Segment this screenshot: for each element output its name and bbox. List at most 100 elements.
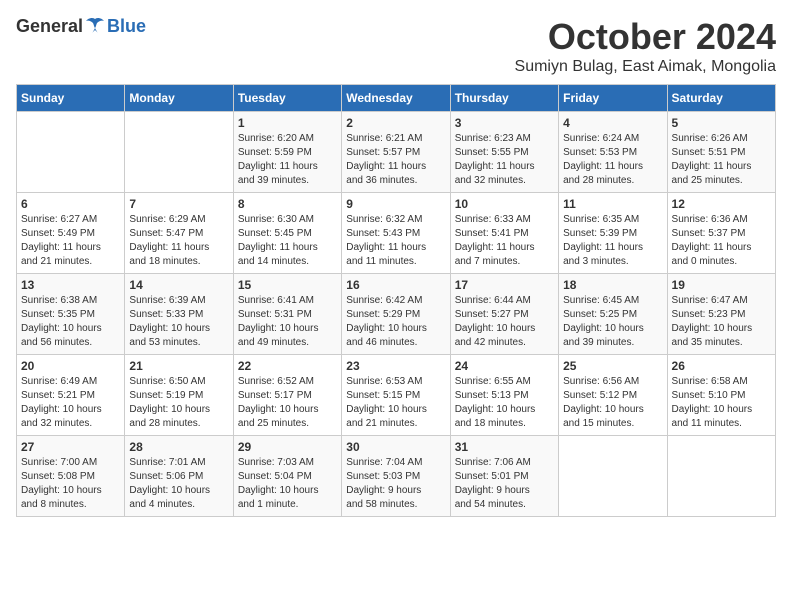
calendar-cell: 8Sunrise: 6:30 AM Sunset: 5:45 PM Daylig… <box>233 193 341 274</box>
calendar-cell: 26 Sunrise: 6:58 AM Sunset: 5:10 PM Dayli… <box>667 355 775 436</box>
calendar-week-row: 13Sunrise: 6:38 AM Sunset: 5:35 PM Dayli… <box>17 274 776 355</box>
calendar-cell: 21 Sunrise: 6:50 AM Sunset: 5:19 PM Dayli… <box>125 355 233 436</box>
day-number: 16 <box>346 278 445 292</box>
calendar-cell: 9Sunrise: 6:32 AM Sunset: 5:43 PM Daylig… <box>342 193 450 274</box>
day-info: Sunrise: 6:29 AM Sunset: 5:47 PM Dayligh… <box>129 213 228 269</box>
day-number: 6 <box>21 197 120 211</box>
day-info: Sunrise: 6:27 AM Sunset: 5:49 PM Dayligh… <box>21 213 120 269</box>
day-info: Sunrise: 6:44 AM Sunset: 5:27 PM Dayligh… <box>455 294 554 350</box>
day-info: Sunrise: 7:04 AM Sunset: 5:03 PM Dayligh… <box>346 456 445 512</box>
logo-bird-icon <box>84 17 106 37</box>
day-info: Sunrise: 6:47 AM Sunset: 5:23 PM Dayligh… <box>672 294 771 350</box>
day-info: Sunrise: 6:36 AM Sunset: 5:37 PM Dayligh… <box>672 213 771 269</box>
calendar-cell: 4Sunrise: 6:24 AM Sunset: 5:53 PM Daylig… <box>559 112 667 193</box>
day-header-monday: Monday <box>125 85 233 112</box>
calendar-cell: 10 Sunrise: 6:33 AM Sunset: 5:41 PM Dayli… <box>450 193 558 274</box>
day-number: 30 <box>346 440 445 454</box>
day-info: Sunrise: 7:00 AM Sunset: 5:08 PM Dayligh… <box>21 456 120 512</box>
calendar-cell: 31Sunrise: 7:06 AM Sunset: 5:01 PM Dayli… <box>450 436 558 517</box>
day-info: Sunrise: 7:01 AM Sunset: 5:06 PM Dayligh… <box>129 456 228 512</box>
calendar-week-row: 1 Sunrise: 6:20 AM Sunset: 5:59 PM Daylig… <box>17 112 776 193</box>
day-info: Sunrise: 6:41 AM Sunset: 5:31 PM Dayligh… <box>238 294 337 350</box>
day-number: 20 <box>21 359 120 373</box>
day-info: Sunrise: 6:42 AM Sunset: 5:29 PM Dayligh… <box>346 294 445 350</box>
calendar-cell: 6 Sunrise: 6:27 AM Sunset: 5:49 PM Daylig… <box>17 193 125 274</box>
logo-general: General <box>16 16 83 37</box>
day-header-sunday: Sunday <box>17 85 125 112</box>
day-number: 1 <box>238 116 337 130</box>
day-info: Sunrise: 6:33 AM Sunset: 5:41 PM Dayligh… <box>455 213 554 269</box>
location-title: Sumiyn Bulag, East Aimak, Mongolia <box>515 58 776 76</box>
day-header-saturday: Saturday <box>667 85 775 112</box>
day-info: Sunrise: 6:35 AM Sunset: 5:39 PM Dayligh… <box>563 213 662 269</box>
day-number: 21 <box>129 359 228 373</box>
calendar-cell: 12 Sunrise: 6:36 AM Sunset: 5:37 PM Dayli… <box>667 193 775 274</box>
logo: General Blue <box>16 16 146 37</box>
calendar-cell: 29 Sunrise: 7:03 AM Sunset: 5:04 PM Dayli… <box>233 436 341 517</box>
day-number: 3 <box>455 116 554 130</box>
day-header-thursday: Thursday <box>450 85 558 112</box>
calendar-week-row: 6 Sunrise: 6:27 AM Sunset: 5:49 PM Daylig… <box>17 193 776 274</box>
day-info: Sunrise: 6:56 AM Sunset: 5:12 PM Dayligh… <box>563 375 662 431</box>
day-number: 4 <box>563 116 662 130</box>
day-info: Sunrise: 6:50 AM Sunset: 5:19 PM Dayligh… <box>129 375 228 431</box>
day-number: 19 <box>672 278 771 292</box>
day-info: Sunrise: 6:52 AM Sunset: 5:17 PM Dayligh… <box>238 375 337 431</box>
calendar-cell <box>667 436 775 517</box>
calendar-cell: 18 Sunrise: 6:45 AM Sunset: 5:25 PM Dayli… <box>559 274 667 355</box>
day-number: 5 <box>672 116 771 130</box>
logo-blue: Blue <box>107 16 146 37</box>
day-info: Sunrise: 6:38 AM Sunset: 5:35 PM Dayligh… <box>21 294 120 350</box>
day-number: 10 <box>455 197 554 211</box>
day-info: Sunrise: 7:03 AM Sunset: 5:04 PM Dayligh… <box>238 456 337 512</box>
calendar-cell: 5 Sunrise: 6:26 AM Sunset: 5:51 PM Daylig… <box>667 112 775 193</box>
calendar-cell <box>559 436 667 517</box>
calendar-cell: 22 Sunrise: 6:52 AM Sunset: 5:17 PM Dayli… <box>233 355 341 436</box>
title-block: October 2024 Sumiyn Bulag, East Aimak, M… <box>515 16 776 76</box>
calendar-table: SundayMondayTuesdayWednesdayThursdayFrid… <box>16 84 776 517</box>
day-number: 29 <box>238 440 337 454</box>
day-info: Sunrise: 6:26 AM Sunset: 5:51 PM Dayligh… <box>672 132 771 188</box>
day-number: 12 <box>672 197 771 211</box>
calendar-cell: 13Sunrise: 6:38 AM Sunset: 5:35 PM Dayli… <box>17 274 125 355</box>
day-info: Sunrise: 6:23 AM Sunset: 5:55 PM Dayligh… <box>455 132 554 188</box>
calendar-week-row: 20Sunrise: 6:49 AM Sunset: 5:21 PM Dayli… <box>17 355 776 436</box>
calendar-cell: 27 Sunrise: 7:00 AM Sunset: 5:08 PM Dayli… <box>17 436 125 517</box>
day-number: 26 <box>672 359 771 373</box>
calendar-cell: 7 Sunrise: 6:29 AM Sunset: 5:47 PM Daylig… <box>125 193 233 274</box>
day-number: 2 <box>346 116 445 130</box>
day-number: 28 <box>129 440 228 454</box>
calendar-cell: 3 Sunrise: 6:23 AM Sunset: 5:55 PM Daylig… <box>450 112 558 193</box>
page-header: General Blue October 2024 Sumiyn Bulag, … <box>16 16 776 76</box>
day-info: Sunrise: 6:55 AM Sunset: 5:13 PM Dayligh… <box>455 375 554 431</box>
day-info: Sunrise: 6:20 AM Sunset: 5:59 PM Dayligh… <box>238 132 337 188</box>
day-info: Sunrise: 6:39 AM Sunset: 5:33 PM Dayligh… <box>129 294 228 350</box>
day-info: Sunrise: 7:06 AM Sunset: 5:01 PM Dayligh… <box>455 456 554 512</box>
day-number: 18 <box>563 278 662 292</box>
calendar-cell: 17 Sunrise: 6:44 AM Sunset: 5:27 PM Dayli… <box>450 274 558 355</box>
calendar-cell: 1 Sunrise: 6:20 AM Sunset: 5:59 PM Daylig… <box>233 112 341 193</box>
calendar-cell: 30 Sunrise: 7:04 AM Sunset: 5:03 PM Dayli… <box>342 436 450 517</box>
calendar-cell: 11 Sunrise: 6:35 AM Sunset: 5:39 PM Dayli… <box>559 193 667 274</box>
calendar-cell: 20Sunrise: 6:49 AM Sunset: 5:21 PM Dayli… <box>17 355 125 436</box>
day-info: Sunrise: 6:45 AM Sunset: 5:25 PM Dayligh… <box>563 294 662 350</box>
day-number: 17 <box>455 278 554 292</box>
day-number: 11 <box>563 197 662 211</box>
calendar-cell: 23Sunrise: 6:53 AM Sunset: 5:15 PM Dayli… <box>342 355 450 436</box>
calendar-cell <box>17 112 125 193</box>
calendar-cell: 28 Sunrise: 7:01 AM Sunset: 5:06 PM Dayli… <box>125 436 233 517</box>
day-number: 27 <box>21 440 120 454</box>
day-number: 7 <box>129 197 228 211</box>
day-info: Sunrise: 6:58 AM Sunset: 5:10 PM Dayligh… <box>672 375 771 431</box>
calendar-cell <box>125 112 233 193</box>
calendar-cell: 15 Sunrise: 6:41 AM Sunset: 5:31 PM Dayli… <box>233 274 341 355</box>
calendar-cell: 16 Sunrise: 6:42 AM Sunset: 5:29 PM Dayli… <box>342 274 450 355</box>
day-info: Sunrise: 6:53 AM Sunset: 5:15 PM Dayligh… <box>346 375 445 431</box>
day-number: 15 <box>238 278 337 292</box>
month-title: October 2024 <box>515 16 776 58</box>
day-info: Sunrise: 6:21 AM Sunset: 5:57 PM Dayligh… <box>346 132 445 188</box>
day-number: 22 <box>238 359 337 373</box>
day-header-friday: Friday <box>559 85 667 112</box>
day-number: 9 <box>346 197 445 211</box>
day-header-wednesday: Wednesday <box>342 85 450 112</box>
